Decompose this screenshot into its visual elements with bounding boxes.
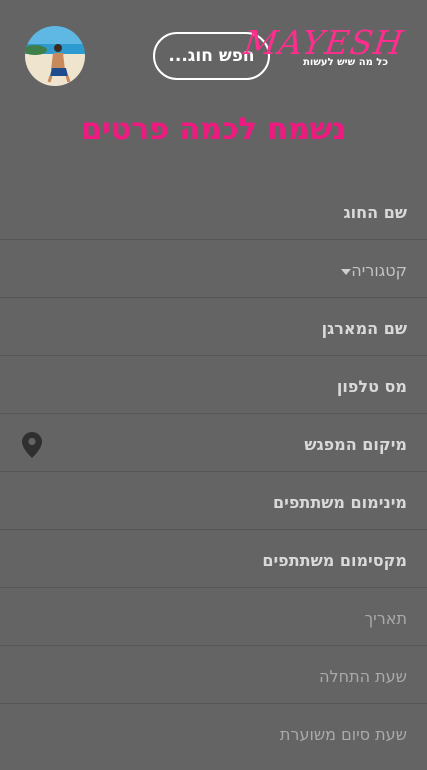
field-label: מקסימום משתתפים (262, 551, 407, 570)
field-start-time[interactable]: שעת התחלה (0, 646, 427, 704)
logo-tagline: כל מה שיש לעשות (303, 57, 388, 68)
field-date[interactable]: תאריך (0, 588, 427, 646)
field-label: מיקום המפגש (304, 435, 407, 454)
field-class-name[interactable]: שם החוג (0, 182, 427, 240)
field-phone[interactable]: מס טלפון (0, 356, 427, 414)
field-label: שם החוג (343, 203, 407, 222)
field-min-participants[interactable]: מינימום משתתפים (0, 472, 427, 530)
location-pin-icon[interactable] (22, 432, 42, 462)
field-label: תאריך (364, 609, 407, 628)
field-end-time[interactable]: שעת סיום משוערת (0, 704, 427, 762)
field-label: מינימום משתתפים (273, 493, 407, 512)
details-form: שם החוג קטגוריה שם המארגן מס טלפון מיקום… (0, 182, 427, 762)
chevron-down-icon (341, 268, 352, 275)
field-label: מס טלפון (336, 377, 407, 396)
field-label: קטגוריה (351, 261, 407, 280)
mayesh-logo[interactable]: MAYESH כל מה שיש לעשות (242, 23, 407, 70)
avatar[interactable] (25, 26, 85, 86)
field-label-wrap: קטגוריה (335, 240, 407, 298)
field-label: שם המארגן (321, 319, 407, 338)
app-header: חפש חוג... MAYESH כל מה שיש לעשות (0, 0, 427, 110)
field-max-participants[interactable]: מקסימום משתתפים (0, 530, 427, 588)
field-label: שעת סיום משוערת (279, 725, 407, 744)
page-title: נשמח לכמה פרטים (81, 112, 346, 147)
field-organizer-name[interactable]: שם המארגן (0, 298, 427, 356)
field-meeting-location[interactable]: מיקום המפגש (0, 414, 427, 472)
field-label: שעת התחלה (319, 667, 407, 686)
field-category-select[interactable]: קטגוריה (0, 240, 427, 298)
